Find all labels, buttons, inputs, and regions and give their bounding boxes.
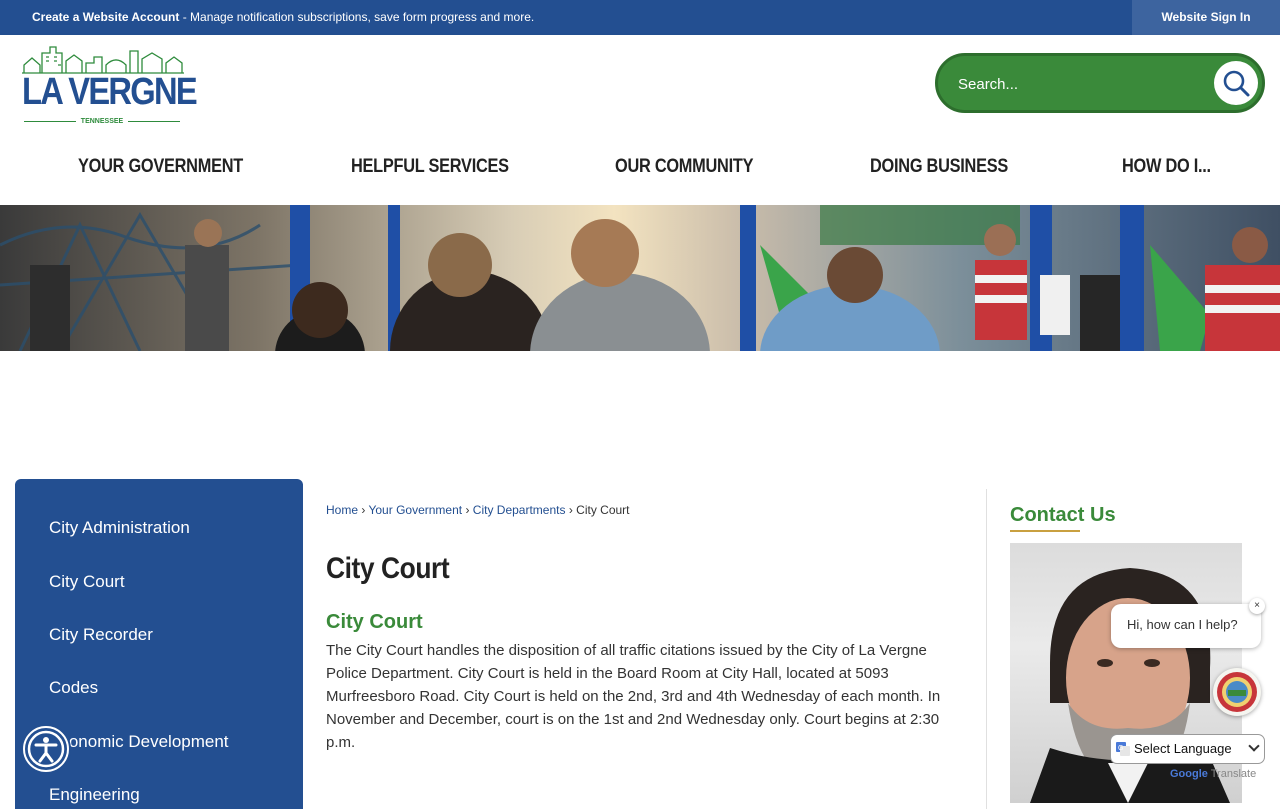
nav-your-government[interactable]: YOUR GOVERNMENT — [78, 156, 243, 178]
sidebar-item-city-administration[interactable]: City Administration — [49, 518, 190, 538]
breadcrumb-separator: › — [465, 503, 470, 517]
google-translate-icon: G — [1116, 742, 1130, 756]
create-account-description: - Manage notification subscriptions, sav… — [179, 10, 535, 24]
logo-rule-right — [128, 121, 180, 122]
svg-text:G: G — [1118, 745, 1123, 752]
city-seal-icon — [1217, 672, 1257, 712]
contact-us-heading: Contact Us — [1010, 504, 1116, 526]
nav-how-do-i[interactable]: HOW DO I... — [1122, 156, 1211, 178]
breadcrumb-separator: › — [361, 503, 366, 517]
column-divider — [986, 489, 987, 809]
language-select[interactable]: G Select Language — [1110, 734, 1265, 764]
nav-our-community[interactable]: OUR COMMUNITY — [615, 156, 754, 178]
page-title: City Court — [326, 552, 450, 585]
contact-heading-underline — [1010, 530, 1080, 532]
nav-doing-business[interactable]: DOING BUSINESS — [870, 156, 1008, 178]
court-description: The City Court handles the disposition o… — [326, 642, 941, 751]
top-bar: Create a Website Account - Manage notifi… — [0, 0, 1280, 35]
language-select-label: Select Language — [1134, 741, 1232, 756]
playground-scene — [0, 205, 1280, 351]
sidebar-item-city-recorder[interactable]: City Recorder — [49, 625, 153, 645]
site-header: LA VERGNE TENNESSEE Search... YOUR GOVER… — [0, 35, 1280, 205]
website-sign-in-button[interactable]: Website Sign In — [1132, 0, 1280, 35]
create-account-link[interactable]: Create a Website Account — [32, 10, 179, 24]
breadcrumb-your-government-link[interactable]: Your Government — [368, 503, 462, 517]
accessibility-icon — [27, 730, 65, 768]
chat-launcher-seal-icon[interactable] — [1213, 668, 1261, 716]
translate-label: Translate — [1210, 768, 1257, 780]
search-box[interactable]: Search... — [935, 53, 1265, 113]
sidebar-item-city-court[interactable]: City Court — [49, 572, 125, 592]
logo-wordmark: LA VERGNE — [22, 71, 198, 113]
search-button[interactable] — [1214, 61, 1258, 105]
nav-helpful-services[interactable]: HELPFUL SERVICES — [351, 156, 509, 178]
powered-by-google-translate[interactable]: Google Translate — [1170, 768, 1256, 780]
breadcrumb-separator: › — [568, 503, 573, 517]
sidebar-item-economic-development[interactable]: Economic Development — [49, 732, 229, 752]
accessibility-button[interactable] — [23, 726, 69, 772]
google-label: Google — [1170, 768, 1208, 780]
skyline-icon — [22, 46, 184, 74]
chevron-down-icon — [1248, 740, 1260, 752]
portrait-illustration — [1030, 568, 1230, 803]
breadcrumb-city-departments-link[interactable]: City Departments — [473, 503, 566, 517]
search-input[interactable]: Search... — [958, 76, 1018, 93]
contact-photo — [1010, 543, 1242, 803]
chat-close-icon[interactable]: × — [1249, 598, 1265, 614]
breadcrumb: Home › Your Government › City Department… — [326, 503, 630, 517]
breadcrumb-home-link[interactable]: Home — [326, 503, 358, 517]
create-account-banner[interactable]: Create a Website Account - Manage notifi… — [32, 10, 534, 24]
chat-bubble[interactable]: Hi, how can I help? — [1111, 604, 1261, 648]
search-icon — [1223, 70, 1250, 97]
section-heading: City Court — [326, 611, 423, 633]
hero-banner-image — [0, 205, 1280, 351]
sidebar-item-engineering[interactable]: Engineering — [49, 785, 140, 805]
sidebar-item-codes[interactable]: Codes — [49, 678, 98, 698]
la-vergne-logo[interactable]: LA VERGNE TENNESSEE — [22, 41, 198, 125]
breadcrumb-current: City Court — [576, 503, 630, 517]
